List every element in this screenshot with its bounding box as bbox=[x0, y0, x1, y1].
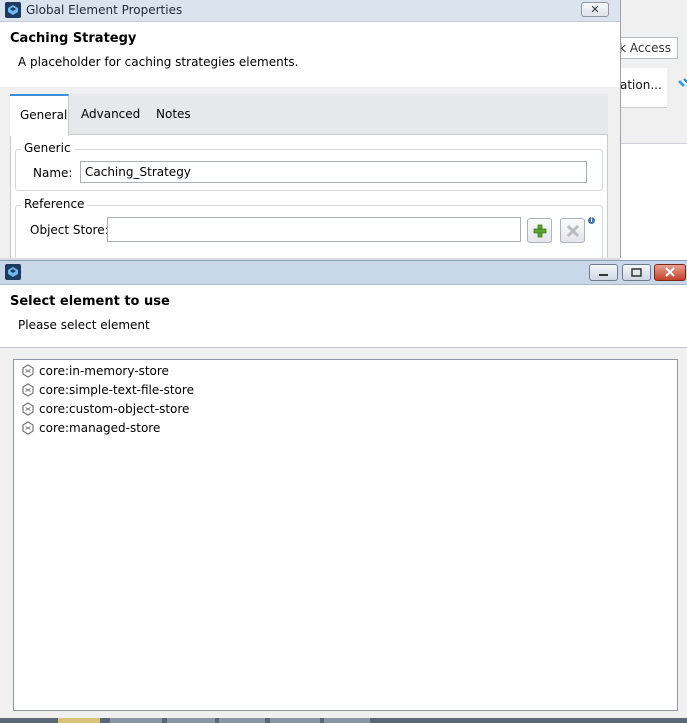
quick-access-field[interactable]: k Access bbox=[620, 37, 678, 59]
x-icon bbox=[566, 224, 580, 238]
taskbar-button[interactable] bbox=[110, 718, 162, 723]
tab-general[interactable]: General bbox=[10, 94, 69, 136]
list-item-label: core:managed-store bbox=[39, 421, 161, 435]
dialog-title: Caching Strategy bbox=[10, 31, 137, 46]
name-input[interactable]: Caching_Strategy bbox=[80, 161, 587, 183]
tab-notes[interactable]: Notes bbox=[146, 94, 201, 135]
remove-object-store-button[interactable] bbox=[560, 218, 585, 243]
generic-group-label: Generic bbox=[21, 141, 74, 155]
dialog-header: Select element to use Please select elem… bbox=[0, 285, 687, 348]
list-item-label: core:custom-object-store bbox=[39, 402, 190, 416]
close-button[interactable]: ✕ bbox=[581, 2, 609, 17]
dialog-description: A placeholder for caching strategies ele… bbox=[18, 55, 299, 69]
tab-advanced[interactable]: Advanced bbox=[71, 94, 150, 135]
taskbar-button[interactable] bbox=[219, 718, 265, 723]
minimize-button[interactable] bbox=[589, 264, 618, 281]
quick-access-label: k Access bbox=[620, 41, 671, 55]
taskbar bbox=[0, 718, 687, 723]
taskbar-button[interactable] bbox=[270, 718, 320, 723]
info-icon[interactable]: i bbox=[588, 217, 595, 224]
maximize-button[interactable] bbox=[622, 264, 651, 281]
taskbar-button[interactable] bbox=[58, 718, 100, 723]
window-titlebar bbox=[0, 261, 687, 285]
app-logo-icon bbox=[5, 264, 21, 280]
select-element-window: Select element to use Please select elem… bbox=[0, 260, 687, 719]
window-title: Global Element Properties bbox=[26, 3, 183, 17]
object-store-input[interactable] bbox=[107, 217, 521, 242]
reference-group-label: Reference bbox=[21, 197, 88, 211]
add-object-store-button[interactable] bbox=[527, 218, 552, 243]
name-label: Name: bbox=[33, 166, 73, 180]
wrench-icon[interactable] bbox=[678, 77, 687, 91]
plus-icon bbox=[533, 224, 547, 238]
taskbar-button[interactable] bbox=[167, 718, 215, 723]
background-tab-label: ation... bbox=[620, 78, 662, 92]
dialog-description: Please select element bbox=[18, 318, 150, 332]
dialog-header: Caching Strategy A placeholder for cachi… bbox=[0, 22, 620, 87]
taskbar-button[interactable] bbox=[324, 718, 370, 723]
element-icon bbox=[22, 402, 34, 416]
object-store-label: Object Store: bbox=[30, 223, 109, 237]
app-logo-icon bbox=[5, 2, 21, 18]
element-list[interactable]: core:in-memory-store core:simple-text-fi… bbox=[13, 359, 678, 711]
background-panel bbox=[620, 143, 687, 264]
list-item-label: core:in-memory-store bbox=[39, 364, 169, 378]
dialog-title: Select element to use bbox=[10, 294, 170, 309]
element-icon bbox=[22, 421, 34, 435]
list-item-label: core:simple-text-file-store bbox=[39, 383, 194, 397]
tab-strip: General Advanced Notes bbox=[10, 94, 608, 136]
global-element-properties-window: Global Element Properties ✕ Caching Stra… bbox=[0, 0, 621, 258]
element-icon bbox=[22, 364, 34, 378]
element-icon bbox=[22, 383, 34, 397]
close-button[interactable] bbox=[654, 264, 686, 281]
window-titlebar: Global Element Properties ✕ bbox=[0, 0, 620, 22]
